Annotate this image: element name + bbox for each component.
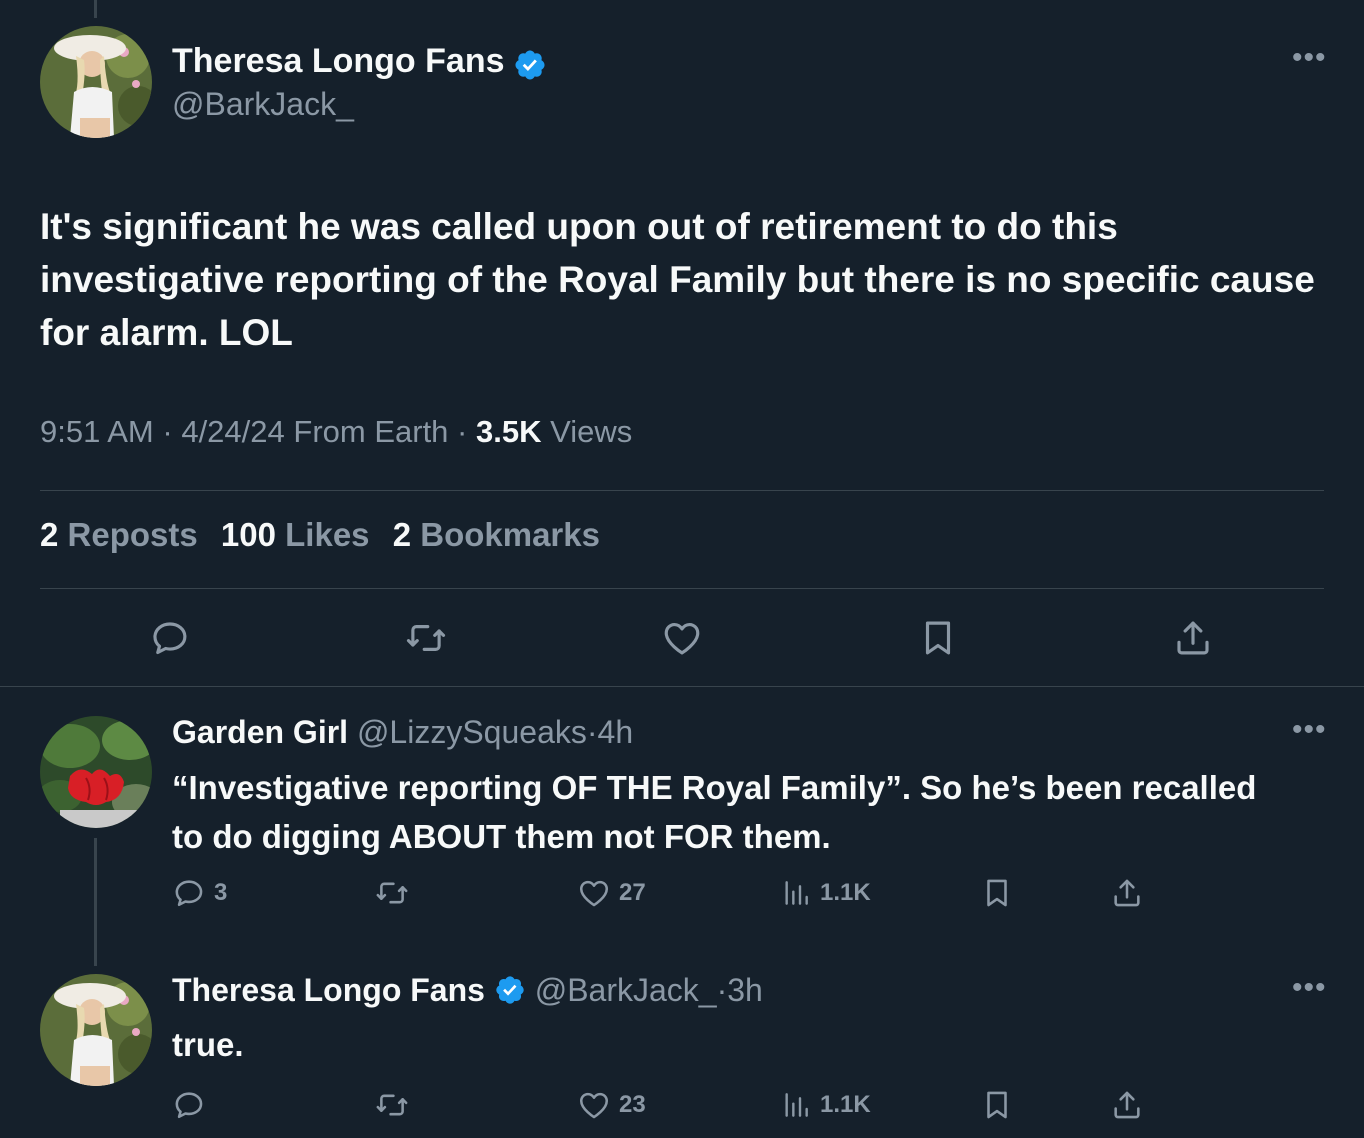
- handle[interactable]: @LizzySqueaks: [357, 714, 587, 750]
- thread-line-reply: [94, 838, 97, 966]
- bookmark-button[interactable]: [980, 876, 1014, 910]
- likes-label[interactable]: Likes: [285, 516, 369, 553]
- reply-count: 3: [214, 879, 228, 906]
- tweet-time[interactable]: 9:51 AM: [40, 414, 154, 449]
- share-icon: [1114, 879, 1140, 907]
- meta-sep: ·: [716, 972, 728, 1008]
- divider: [0, 686, 1364, 687]
- more-icon[interactable]: •••: [1292, 43, 1327, 73]
- like-icon: [579, 880, 609, 907]
- tweet-source: From Earth: [293, 414, 449, 449]
- repost-button[interactable]: [374, 876, 410, 910]
- author-line[interactable]: Theresa Longo Fans: [172, 42, 547, 82]
- like-count: 23: [619, 1091, 646, 1118]
- bookmarks-label[interactable]: Bookmarks: [420, 516, 600, 553]
- handle[interactable]: @BarkJack_: [535, 972, 717, 1008]
- display-name[interactable]: Theresa Longo Fans: [172, 42, 505, 80]
- display-name[interactable]: Theresa Longo Fans: [172, 972, 485, 1008]
- views-label: Views: [550, 414, 633, 449]
- views-count: 3.5K: [476, 414, 542, 449]
- reply-button[interactable]: 3: [172, 876, 227, 910]
- tweet-text: It's significant he was called upon out …: [40, 206, 1315, 353]
- reply-text: true.: [172, 1026, 244, 1063]
- more-icon[interactable]: •••: [1292, 973, 1327, 1003]
- like-button[interactable]: [661, 617, 703, 659]
- share-button[interactable]: [1110, 876, 1144, 910]
- more-icon[interactable]: •••: [1292, 715, 1327, 745]
- like-icon: [579, 1092, 609, 1119]
- reply-icon: [175, 1092, 203, 1119]
- repost-button[interactable]: [404, 617, 448, 659]
- reply-age[interactable]: 3h: [727, 972, 763, 1008]
- like-button[interactable]: 23: [577, 1088, 646, 1122]
- likes-count[interactable]: 100: [221, 516, 276, 553]
- reply-author-line: Garden Girl @LizzySqueaks·4h: [172, 714, 633, 751]
- reply-text: “Investigative reporting OF THE Royal Fa…: [172, 769, 1257, 855]
- views-icon: [785, 881, 808, 905]
- meta-sep: ·: [162, 414, 173, 449]
- thread-line-top: [94, 0, 97, 18]
- share-button[interactable]: [1110, 1088, 1144, 1122]
- display-name[interactable]: Garden Girl: [172, 714, 348, 750]
- tweet-meta: 9:51 AM · 4/24/24 From Earth · 3.5K View…: [40, 414, 632, 450]
- reply-author-line: Theresa Longo Fans @BarkJack_·3h: [172, 972, 763, 1009]
- view-count: 1.1K: [820, 1091, 871, 1118]
- views-icon: [785, 1093, 808, 1117]
- bookmarks-count[interactable]: 2: [393, 516, 411, 553]
- share-button[interactable]: [1172, 617, 1214, 659]
- reply-icon: [175, 880, 203, 907]
- bookmark-button[interactable]: [980, 1088, 1014, 1122]
- tweet-date[interactable]: 4/24/24: [181, 414, 284, 449]
- views-button[interactable]: 1.1K: [780, 1088, 871, 1122]
- divider: [40, 490, 1324, 491]
- meta-sep: ·: [586, 714, 598, 750]
- reply-button[interactable]: [172, 1088, 206, 1122]
- share-icon: [1114, 1091, 1140, 1119]
- avatar-reply[interactable]: [40, 716, 152, 828]
- repost-icon: [406, 625, 446, 651]
- bookmark-icon: [987, 1091, 1007, 1119]
- reply-button[interactable]: [149, 617, 191, 659]
- repost-icon: [376, 882, 408, 904]
- divider: [40, 588, 1324, 589]
- like-button[interactable]: 27: [577, 876, 646, 910]
- meta-sep: ·: [457, 414, 468, 449]
- view-count: 1.1K: [820, 879, 871, 906]
- like-icon: [664, 622, 700, 655]
- reposts-label[interactable]: Reposts: [68, 516, 198, 553]
- repost-icon: [376, 1094, 408, 1116]
- bookmark-icon: [987, 879, 1007, 907]
- verified-badge-icon: [515, 50, 545, 80]
- views-button[interactable]: 1.1K: [780, 876, 871, 910]
- repost-button[interactable]: [374, 1088, 410, 1122]
- avatar-main[interactable]: [40, 26, 152, 138]
- share-icon: [1177, 621, 1209, 655]
- avatar-reply[interactable]: [40, 974, 152, 1086]
- verified-badge-icon: [496, 975, 524, 1004]
- reposts-count[interactable]: 2: [40, 516, 58, 553]
- bookmark-icon: [925, 621, 951, 655]
- bookmark-button[interactable]: [917, 617, 959, 659]
- like-count: 27: [619, 879, 646, 906]
- handle[interactable]: @BarkJack_: [172, 86, 354, 123]
- engagement-stats: 2 Reposts 100 Likes 2 Bookmarks: [40, 516, 614, 554]
- reply-age[interactable]: 4h: [598, 714, 634, 750]
- reply-icon: [153, 622, 187, 655]
